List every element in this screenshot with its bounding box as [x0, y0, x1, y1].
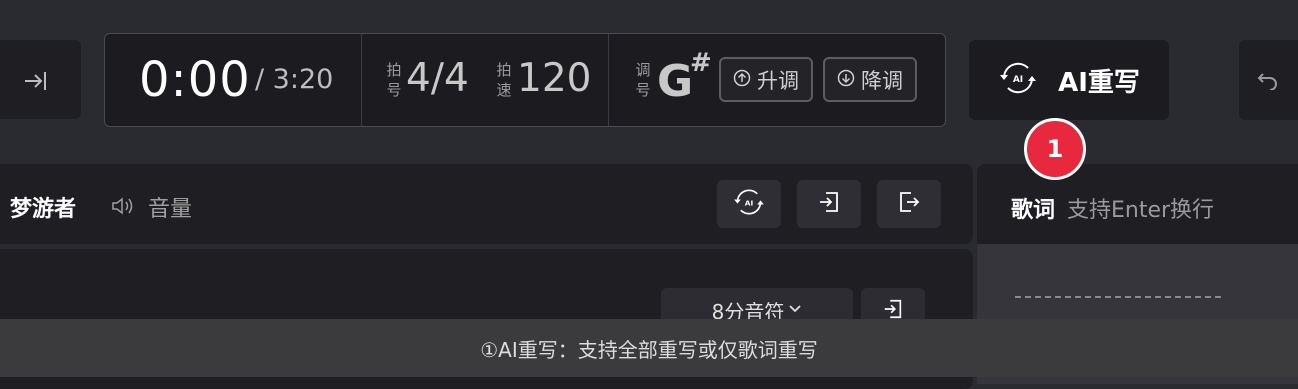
export-button[interactable] [877, 180, 941, 228]
key-down-label: 降调 [861, 68, 903, 93]
track-name[interactable]: 梦游者 [10, 191, 76, 223]
key-sharp: # [690, 48, 712, 78]
divider [361, 34, 362, 126]
tutorial-caption: ①AI重写：支持全部重写或仅歌词重写 [0, 319, 1298, 377]
tempo-label: 拍速 [496, 61, 512, 99]
ai-rewrite-icon: AI [732, 188, 766, 220]
undo-button[interactable] [1239, 40, 1298, 120]
arrow-up-circle-icon [733, 68, 751, 92]
volume-icon[interactable] [111, 196, 135, 220]
divider [608, 34, 609, 126]
lyrics-hint: 支持Enter换行 [1067, 198, 1215, 223]
import-button[interactable] [797, 180, 861, 228]
undo-icon [1256, 70, 1280, 94]
arrow-down-circle-icon [837, 68, 855, 92]
lyrics-title: 歌词 [1011, 198, 1056, 223]
time-signature[interactable]: 4/4 [406, 56, 469, 101]
total-time: / 3:20 [255, 64, 334, 95]
key-value[interactable]: G [657, 56, 693, 107]
chevron-down-icon [788, 296, 802, 320]
step-marker: 1 [1024, 118, 1086, 180]
ai-rewrite-button[interactable]: AI AI重写 [969, 40, 1169, 120]
import-icon [817, 190, 841, 218]
volume-label[interactable]: 音量 [148, 191, 192, 223]
key-label: 调号 [635, 61, 651, 99]
export-icon [897, 190, 921, 218]
key-up-label: 升调 [757, 68, 799, 93]
skip-to-end-icon [23, 70, 49, 96]
key-up-button[interactable]: 升调 [719, 57, 813, 102]
ai-rewrite-icon: AI [998, 61, 1038, 99]
track-header: 梦游者 音量 AI [0, 164, 973, 244]
lyrics-placeholder-line [1015, 296, 1221, 298]
key-down-button[interactable]: 降调 [823, 57, 917, 102]
current-time: 0:00 [139, 52, 251, 108]
ai-track-button[interactable]: AI [717, 180, 781, 228]
meter-label: 拍号 [386, 61, 402, 99]
svg-text:AI: AI [1013, 75, 1023, 85]
transport-info-panel: 0:00 / 3:20 拍号 4/4 拍速 120 调号 G # 升调 降调 [104, 33, 946, 127]
svg-text:AI: AI [745, 198, 754, 207]
ai-rewrite-label: AI重写 [1058, 67, 1140, 98]
skip-to-end-button[interactable] [0, 40, 81, 119]
tempo-value[interactable]: 120 [517, 56, 591, 101]
